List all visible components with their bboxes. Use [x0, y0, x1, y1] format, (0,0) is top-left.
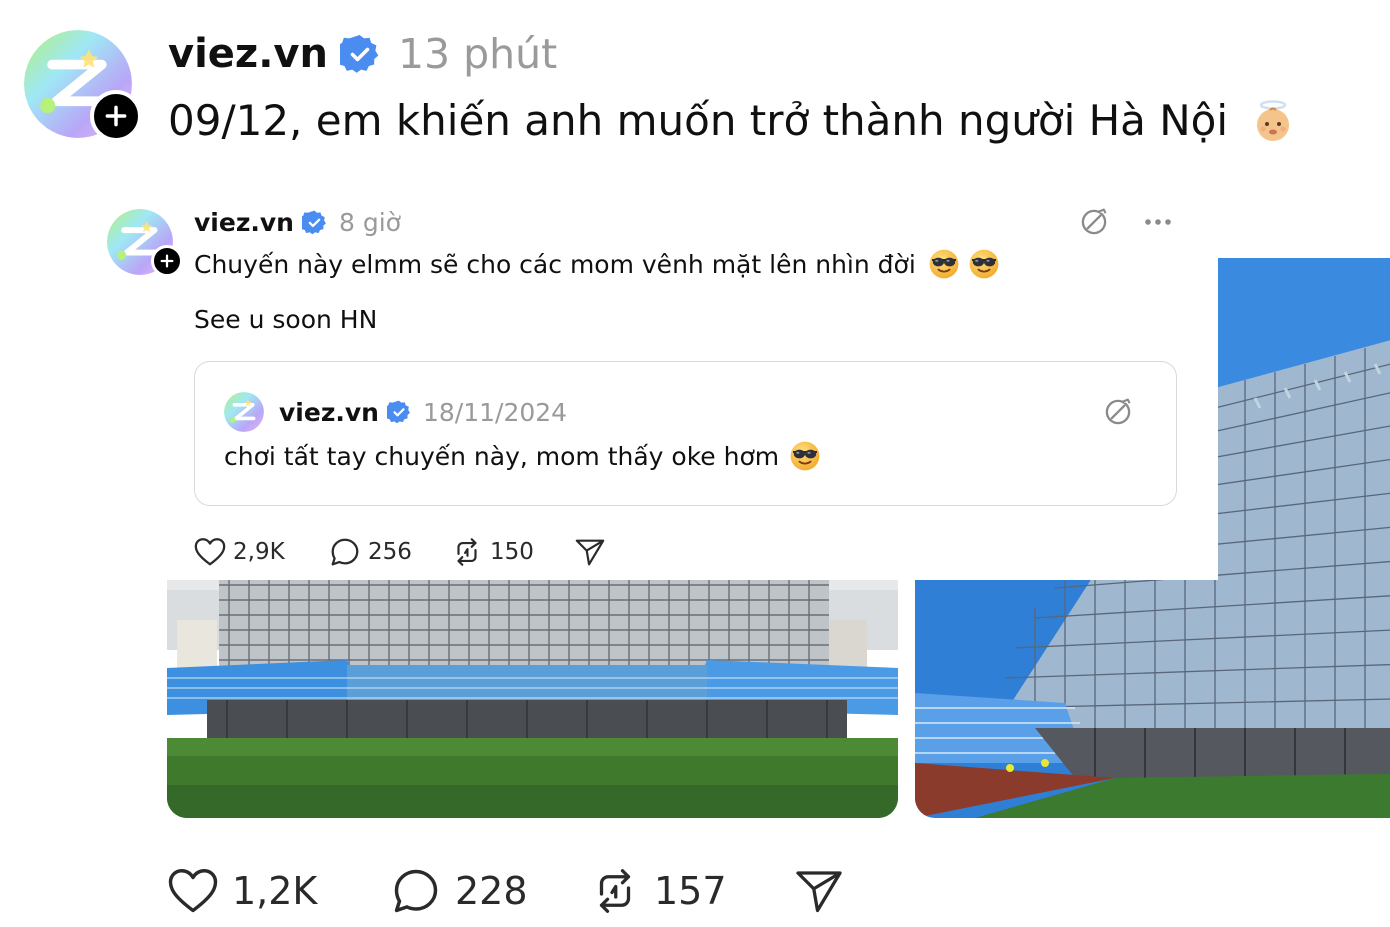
sunglasses-face-emoji-icon	[968, 248, 1000, 280]
heart-icon	[194, 538, 226, 566]
translate-icon	[1078, 206, 1110, 238]
outer-author-avatar[interactable]	[24, 30, 142, 142]
quoted-post-header: viez.vn 18/11/2024	[279, 394, 567, 430]
quoted-post-text: chơi tất tay chuyến này, mom thấy oke hơ…	[224, 440, 821, 472]
outer-reply-button[interactable]: 228	[389, 862, 528, 920]
verified-badge-icon	[387, 400, 411, 424]
angel-baby-emoji-icon	[1257, 99, 1290, 141]
outer-repost-button[interactable]: 157	[588, 862, 727, 920]
inner-repost-count: 150	[490, 539, 534, 565]
inner-repost-button[interactable]: 150	[450, 534, 534, 570]
follow-plus-icon[interactable]	[90, 90, 142, 142]
send-icon	[575, 539, 605, 566]
sunglasses-face-emoji-icon	[789, 440, 821, 472]
quoted-translate-button[interactable]	[1100, 394, 1136, 430]
quoted-post-card[interactable]: viez.vn 18/11/2024 chơi tất tay chuyến n…	[194, 361, 1177, 506]
inner-username[interactable]: viez.vn	[194, 208, 294, 237]
outer-like-button[interactable]: 1,2K	[166, 862, 317, 920]
comment-icon	[331, 538, 359, 566]
quoted-username[interactable]: viez.vn	[279, 398, 379, 427]
inner-timestamp[interactable]: 8 giờ	[339, 208, 401, 237]
outer-post-caption: 09/12, em khiến anh muốn trở thành người…	[168, 96, 1229, 145]
outer-post-header: viez.vn 13 phút	[168, 26, 557, 82]
verified-badge-icon	[302, 210, 327, 235]
outer-timestamp[interactable]: 13 phút	[398, 30, 557, 78]
send-icon	[796, 871, 842, 913]
inner-reply-button[interactable]: 256	[328, 534, 412, 570]
inner-like-button[interactable]: 2,9K	[193, 534, 285, 570]
inner-like-count: 2,9K	[233, 539, 285, 565]
quoted-timestamp[interactable]: 18/11/2024	[423, 398, 567, 427]
inner-post-caption: Chuyến này elmm sẽ cho các mom vênh mặt …	[194, 249, 916, 279]
inner-post-text-line2: See u soon HN	[194, 305, 378, 334]
outer-post-text: 09/12, em khiến anh muốn trở thành người…	[168, 96, 1296, 145]
translate-button[interactable]	[1076, 204, 1112, 240]
follow-plus-icon[interactable]	[151, 245, 183, 277]
more-options-button[interactable]	[1140, 204, 1176, 240]
outer-username[interactable]: viez.vn	[168, 31, 328, 77]
verified-badge-icon	[340, 34, 380, 74]
quoted-post-caption: chơi tất tay chuyến này, mom thấy oke hơ…	[224, 441, 780, 471]
heart-icon	[168, 869, 218, 913]
outer-like-count: 1,2K	[232, 869, 318, 913]
inner-post-text-line1: Chuyến này elmm sẽ cho các mom vênh mặt …	[194, 248, 1000, 280]
repost-icon	[599, 869, 631, 913]
more-dots-icon	[1145, 219, 1171, 225]
outer-share-button[interactable]	[792, 862, 846, 920]
inner-post-header: viez.vn 8 giờ	[194, 204, 401, 240]
comment-icon	[394, 869, 438, 913]
outer-reply-count: 228	[455, 869, 528, 913]
sunglasses-face-emoji-icon	[928, 248, 960, 280]
repost-icon	[457, 538, 477, 566]
quoted-author-avatar[interactable]	[224, 392, 264, 432]
inner-author-avatar[interactable]	[107, 209, 183, 277]
translate-icon	[1102, 396, 1134, 428]
inner-reply-count: 256	[368, 539, 412, 565]
inner-share-button[interactable]	[573, 534, 607, 570]
outer-repost-count: 157	[654, 869, 727, 913]
